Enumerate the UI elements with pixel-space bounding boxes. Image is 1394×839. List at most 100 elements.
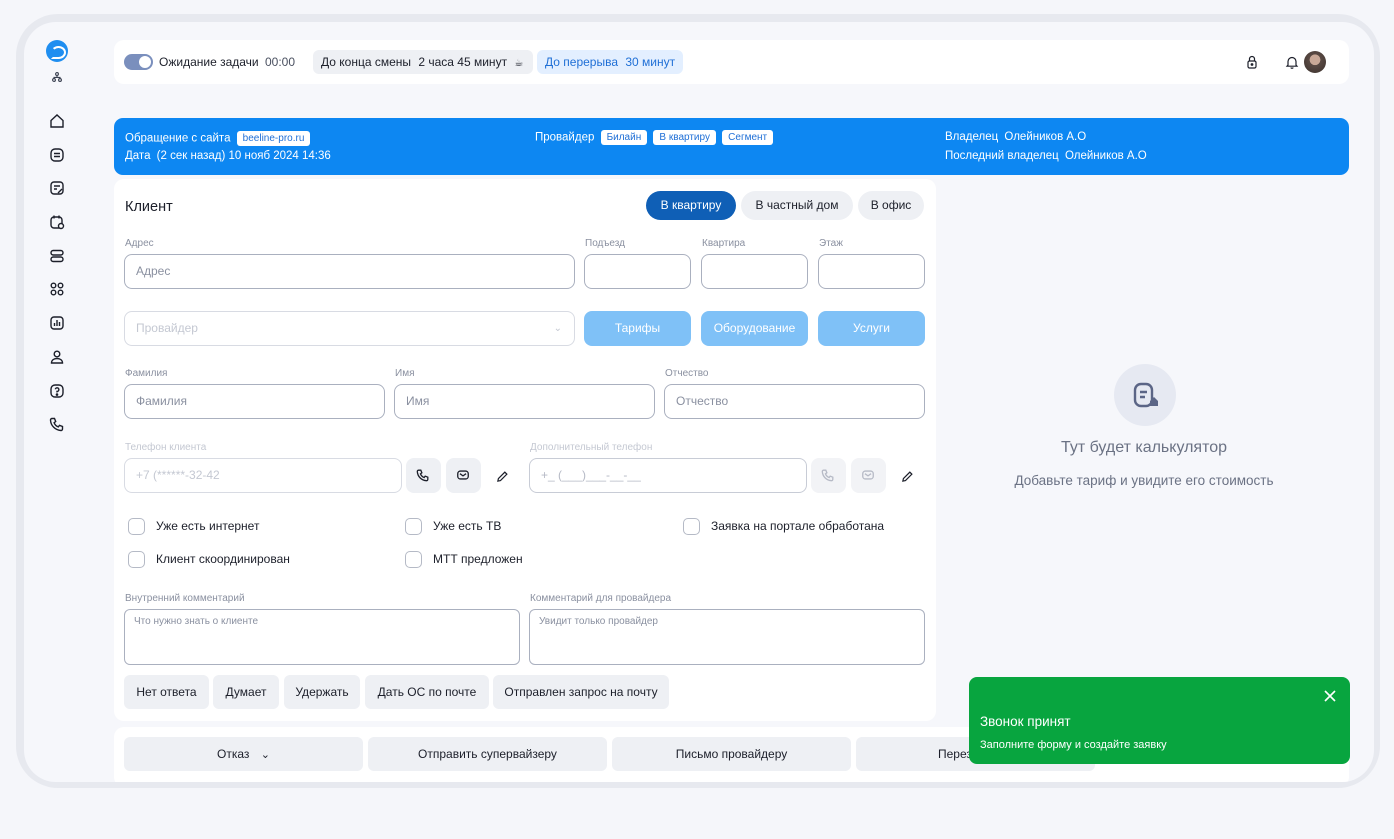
org-structure-icon[interactable]	[52, 72, 62, 82]
mail-icon	[862, 470, 874, 480]
date-label: Дата	[125, 150, 151, 162]
middlename-input[interactable]: Отчество	[664, 384, 925, 419]
provider-tag[interactable]: В квартиру	[653, 130, 716, 145]
tariffs-button[interactable]: Тарифы	[584, 311, 691, 346]
thinking-button[interactable]: Думает	[213, 675, 279, 709]
provider-tag[interactable]: Билайн	[600, 130, 648, 145]
user-icon[interactable]	[49, 349, 65, 365]
provider-letter-button[interactable]: Письмо провайдеру	[612, 737, 851, 771]
checkbox-client-coordinated[interactable]	[128, 551, 145, 568]
bell-icon[interactable]	[1285, 55, 1299, 69]
toast-title: Звонок принят	[980, 714, 1071, 729]
help-icon[interactable]	[49, 383, 65, 399]
extra-email-button[interactable]	[851, 458, 886, 493]
apartment-label: Квартира	[702, 238, 746, 249]
shift-label: До конца смены	[321, 55, 412, 69]
address-input[interactable]: Адрес	[124, 254, 575, 289]
entrance-input[interactable]	[584, 254, 691, 289]
edit-phone-button[interactable]	[496, 470, 509, 483]
reject-button[interactable]: Отказ ⌄	[124, 737, 363, 771]
logo-icon[interactable]	[46, 40, 68, 62]
waiting-timer: 00:00	[265, 55, 296, 69]
analytics-icon[interactable]	[49, 315, 65, 331]
chevron-down-icon: ⌄	[260, 749, 270, 761]
waiting-toggle[interactable]	[124, 54, 153, 70]
checkbox-label: Заявка на портале обработана	[711, 519, 885, 533]
segment-office[interactable]: В офис	[858, 191, 924, 220]
chevron-down-icon: ⌄	[553, 323, 562, 334]
lock-icon[interactable]	[1245, 55, 1259, 69]
checkbox-label: Уже есть ТВ	[433, 519, 502, 533]
provider-label: Провайдер	[535, 131, 595, 144]
checkbox-label: Клиент скоординирован	[156, 552, 290, 566]
extra-call-button[interactable]	[811, 458, 846, 493]
apartment-input[interactable]	[701, 254, 808, 289]
pencil-icon	[902, 471, 913, 482]
calculator-subtitle: Добавьте тариф и увидите его стоимость	[1014, 473, 1274, 488]
apps-grid-icon[interactable]	[49, 281, 65, 297]
notes-icon[interactable]	[49, 180, 65, 196]
app-screen: Ожидание задачи 00:00 До конца смены 2 ч…	[24, 22, 1374, 782]
messages-icon[interactable]	[49, 147, 65, 163]
break-chip: До перерыва 30 минут	[537, 50, 683, 74]
no-answer-button[interactable]: Нет ответа	[124, 675, 209, 709]
provider-comment-textarea[interactable]: Увидит только провайдер	[529, 609, 925, 665]
call-button[interactable]	[406, 458, 441, 493]
checkbox-has-tv[interactable]	[405, 518, 422, 535]
mail-icon	[457, 470, 469, 480]
equipment-button[interactable]: Оборудование	[701, 311, 808, 346]
phone-label: Телефон клиента	[125, 442, 207, 453]
checkbox-mtt-offered[interactable]	[405, 551, 422, 568]
source-tag[interactable]: beeline-pro.ru	[236, 131, 311, 146]
phone-icon	[416, 469, 429, 482]
internal-comment-textarea[interactable]: Что нужно знать о клиенте	[124, 609, 520, 665]
provider-tag[interactable]: Сегмент	[722, 130, 774, 145]
shift-value: 2 часа 45 минут	[418, 55, 508, 69]
phone-input[interactable]: +7 (******-32-42	[124, 458, 402, 493]
extra-phone-label: Дополнительный телефон	[530, 442, 653, 453]
floor-input[interactable]	[818, 254, 925, 289]
phone-icon	[821, 469, 834, 482]
request-header: Обращение с сайта beeline-pro.ru Дата (2…	[114, 118, 1349, 175]
edit-extra-phone-button[interactable]	[901, 470, 914, 483]
date-value: (2 сек назад) 10 нояб 2024 14:36	[156, 150, 331, 162]
database-icon[interactable]	[49, 248, 65, 264]
email-feedback-button[interactable]: Дать ОС по почте	[365, 675, 489, 709]
close-icon[interactable]	[1324, 690, 1336, 702]
avatar[interactable]	[1304, 51, 1326, 73]
checkbox-has-internet[interactable]	[128, 518, 145, 535]
entrance-label: Подъезд	[585, 238, 625, 249]
firstname-label: Имя	[395, 368, 415, 379]
form-title: Клиент	[125, 199, 173, 215]
provider-select[interactable]: Провайдер ⌄	[124, 311, 575, 346]
checkbox-label: МТТ предложен	[433, 552, 523, 566]
calculator-title: Тут будет калькулятор	[1060, 439, 1228, 456]
internal-comment-label: Внутренний комментарий	[125, 593, 245, 604]
pencil-icon	[497, 471, 508, 482]
lastname-input[interactable]: Фамилия	[124, 384, 385, 419]
services-button[interactable]: Услуги	[818, 311, 925, 346]
floor-label: Этаж	[819, 238, 843, 249]
top-bar: Ожидание задачи 00:00 До конца смены 2 ч…	[114, 40, 1349, 84]
shift-chip: До конца смены 2 часа 45 минут ☕	[313, 50, 533, 74]
source-label: Обращение с сайта	[125, 132, 231, 145]
calendar-icon[interactable]	[49, 214, 65, 230]
break-label: До перерыва	[545, 55, 619, 69]
request-sent-button[interactable]: Отправлен запрос на почту	[493, 675, 669, 709]
segment-private-house[interactable]: В частный дом	[741, 191, 853, 220]
checkbox-label: Уже есть интернет	[156, 519, 260, 533]
extra-phone-input[interactable]: +_ (___)___-__-__	[529, 458, 807, 493]
last-owner-label: Последний владелец	[945, 150, 1059, 162]
retain-button[interactable]: Удержать	[284, 675, 360, 709]
phone-icon[interactable]	[49, 416, 65, 432]
coffee-icon: ☕	[514, 58, 524, 69]
checkbox-portal-processed[interactable]	[683, 518, 700, 535]
waiting-label: Ожидание задачи	[159, 55, 259, 69]
segment-apartment[interactable]: В квартиру	[646, 191, 736, 220]
calculator-icon	[1114, 364, 1176, 426]
email-button[interactable]	[446, 458, 481, 493]
home-icon[interactable]	[49, 113, 65, 129]
call-accepted-toast: Звонок принят Заполните форму и создайте…	[969, 677, 1350, 764]
send-supervisor-button[interactable]: Отправить супервайзеру	[368, 737, 607, 771]
firstname-input[interactable]: Имя	[394, 384, 655, 419]
